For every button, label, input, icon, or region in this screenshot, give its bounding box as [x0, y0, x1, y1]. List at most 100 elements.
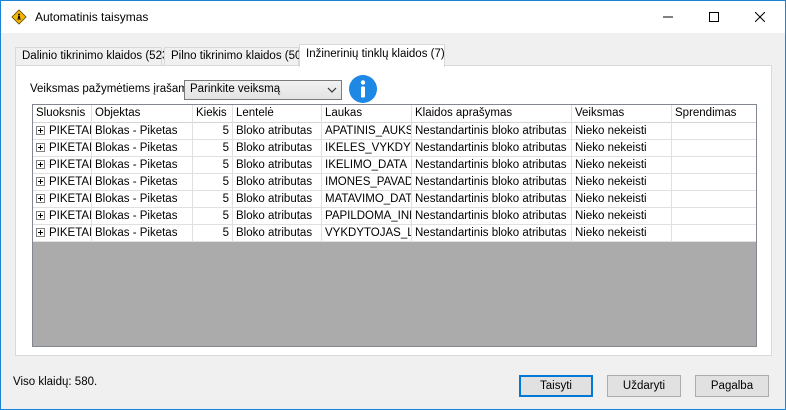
cell-error-description[interactable]: Nestandartinis bloko atributas: [412, 123, 572, 140]
cell-solution[interactable]: [672, 208, 756, 225]
cell-action[interactable]: Nieko nekeisti: [572, 191, 672, 208]
cell-count[interactable]: 5: [193, 157, 233, 174]
table-row[interactable]: PIKETAI Blokas - Piketas 5 Bloko atributas P…: [33, 208, 756, 225]
cell-table[interactable]: Bloko atributas: [233, 174, 322, 191]
cell-table[interactable]: Bloko atributas: [233, 140, 322, 157]
cell-error-description[interactable]: Nestandartinis bloko atributas: [412, 208, 572, 225]
maximize-button[interactable]: [691, 1, 737, 33]
cell-layer[interactable]: PIKETAI: [33, 123, 92, 140]
column-header-count[interactable]: Kiekis: [193, 105, 233, 123]
close-dialog-button[interactable]: Uždaryti: [607, 375, 681, 397]
cell-error-description[interactable]: Nestandartinis bloko atributas: [412, 140, 572, 157]
cell-field[interactable]: PAPILDOMA_INFO: [322, 208, 412, 225]
column-header-layer[interactable]: Sluoksnis: [33, 105, 92, 123]
cell-object[interactable]: Blokas - Piketas: [92, 140, 193, 157]
action-select[interactable]: Parinkite veiksmą: [184, 80, 342, 100]
cell-count[interactable]: 5: [193, 225, 233, 242]
expand-plus-icon[interactable]: [36, 126, 45, 135]
cell-field[interactable]: APATINIS_AUKSTIS: [322, 123, 412, 140]
expand-plus-icon[interactable]: [36, 143, 45, 152]
cell-layer[interactable]: PIKETAI: [33, 140, 92, 157]
cell-field[interactable]: IKELES_VYKDYTOJAS: [322, 140, 412, 157]
expand-plus-icon[interactable]: [36, 228, 45, 237]
cell-action[interactable]: Nieko nekeisti: [572, 208, 672, 225]
column-header-solution[interactable]: Sprendimas: [672, 105, 756, 123]
cell-solution[interactable]: [672, 123, 756, 140]
fix-button[interactable]: Taisyti: [519, 375, 593, 397]
column-header-field[interactable]: Laukas: [322, 105, 412, 123]
cell-field[interactable]: IMONES_PAVADINIMAS: [322, 174, 412, 191]
column-header-action[interactable]: Veiksmas: [572, 105, 672, 123]
cell-count[interactable]: 5: [193, 123, 233, 140]
cell-action[interactable]: Nieko nekeisti: [572, 157, 672, 174]
column-header-table[interactable]: Lentelė: [233, 105, 322, 123]
table-row[interactable]: PIKETAI Blokas - Piketas 5 Bloko atributas V…: [33, 225, 756, 242]
cell-table[interactable]: Bloko atributas: [233, 123, 322, 140]
cell-field[interactable]: MATAVIMO_DATA: [322, 191, 412, 208]
cell-object[interactable]: Blokas - Piketas: [92, 157, 193, 174]
close-button[interactable]: [737, 1, 783, 33]
cell-layer[interactable]: PIKETAI: [33, 157, 92, 174]
cell-object[interactable]: Blokas - Piketas: [92, 123, 193, 140]
cell-field[interactable]: VYKDYTOJAS_LT: [322, 225, 412, 242]
cell-count[interactable]: 5: [193, 140, 233, 157]
expand-plus-icon[interactable]: [36, 211, 45, 220]
cell-table-text: Bloko atributas: [236, 227, 313, 239]
table-row[interactable]: PIKETAI Blokas - Piketas 5 Bloko atributas M…: [33, 191, 756, 208]
cell-error-description[interactable]: Nestandartinis bloko atributas: [412, 191, 572, 208]
cell-field-text: VYKDYTOJAS_LT: [325, 227, 412, 239]
cell-table[interactable]: Bloko atributas: [233, 157, 322, 174]
expand-plus-icon[interactable]: [36, 160, 45, 169]
help-button[interactable]: Pagalba: [695, 375, 769, 397]
cell-object[interactable]: Blokas - Piketas: [92, 174, 193, 191]
minimize-button[interactable]: [645, 1, 691, 33]
cell-layer-text: PIKETAI: [49, 193, 92, 205]
cell-error-description-text: Nestandartinis bloko atributas: [415, 142, 567, 154]
cell-table[interactable]: Bloko atributas: [233, 225, 322, 242]
table-row[interactable]: PIKETAI Blokas - Piketas 5 Bloko atributas I…: [33, 140, 756, 157]
cell-error-description[interactable]: Nestandartinis bloko atributas: [412, 225, 572, 242]
cell-table[interactable]: Bloko atributas: [233, 208, 322, 225]
cell-count[interactable]: 5: [193, 208, 233, 225]
cell-action[interactable]: Nieko nekeisti: [572, 174, 672, 191]
errors-grid[interactable]: Sluoksnis Objektas Kiekis Lentelė Laukas…: [32, 104, 757, 347]
cell-solution[interactable]: [672, 191, 756, 208]
expand-plus-icon[interactable]: [36, 194, 45, 203]
cell-count[interactable]: 5: [193, 174, 233, 191]
cell-error-description[interactable]: Nestandartinis bloko atributas: [412, 174, 572, 191]
cell-error-description[interactable]: Nestandartinis bloko atributas: [412, 157, 572, 174]
cell-table[interactable]: Bloko atributas: [233, 191, 322, 208]
cell-field[interactable]: IKELIMO_DATA: [322, 157, 412, 174]
table-row[interactable]: PIKETAI Blokas - Piketas 5 Bloko atributas I…: [33, 157, 756, 174]
title-bar[interactable]: Automatinis taisymas: [1, 1, 785, 33]
cell-count[interactable]: 5: [193, 191, 233, 208]
cell-object[interactable]: Blokas - Piketas: [92, 225, 193, 242]
cell-solution[interactable]: [672, 157, 756, 174]
table-row[interactable]: PIKETAI Blokas - Piketas 5 Bloko atributas A…: [33, 123, 756, 140]
cell-layer[interactable]: PIKETAI: [33, 174, 92, 191]
column-header-object[interactable]: Objektas: [92, 105, 193, 123]
table-row[interactable]: PIKETAI Blokas - Piketas 5 Bloko atributas I…: [33, 174, 756, 191]
cell-solution[interactable]: [672, 225, 756, 242]
cell-table-text: Bloko atributas: [236, 176, 313, 188]
expand-plus-icon[interactable]: [36, 177, 45, 186]
cell-solution[interactable]: [672, 174, 756, 191]
cell-action-text: Nieko nekeisti: [575, 193, 647, 205]
tab-partial-check[interactable]: Dalinio tikrinimo klaidos (523): [15, 47, 172, 66]
cell-action[interactable]: Nieko nekeisti: [572, 140, 672, 157]
cell-layer-text: PIKETAI: [49, 176, 92, 188]
cell-layer[interactable]: PIKETAI: [33, 225, 92, 242]
cell-object[interactable]: Blokas - Piketas: [92, 208, 193, 225]
cell-object[interactable]: Blokas - Piketas: [92, 191, 193, 208]
tab-full-check[interactable]: Pilno tikrinimo klaidos (50): [164, 47, 305, 66]
cell-layer[interactable]: PIKETAI: [33, 191, 92, 208]
cell-field-text: PAPILDOMA_INFO: [325, 210, 411, 222]
info-icon[interactable]: [348, 74, 378, 104]
cell-action[interactable]: Nieko nekeisti: [572, 123, 672, 140]
cell-solution[interactable]: [672, 140, 756, 157]
tab-panel: Veiksmas pažymėtiems įrašams: Parinkite …: [15, 65, 772, 356]
tab-engineering-networks[interactable]: Inžinerinių tinklų klaidos (7): [299, 44, 445, 67]
cell-action[interactable]: Nieko nekeisti: [572, 225, 672, 242]
column-header-error-description[interactable]: Klaidos aprašymas: [412, 105, 572, 123]
cell-layer[interactable]: PIKETAI: [33, 208, 92, 225]
